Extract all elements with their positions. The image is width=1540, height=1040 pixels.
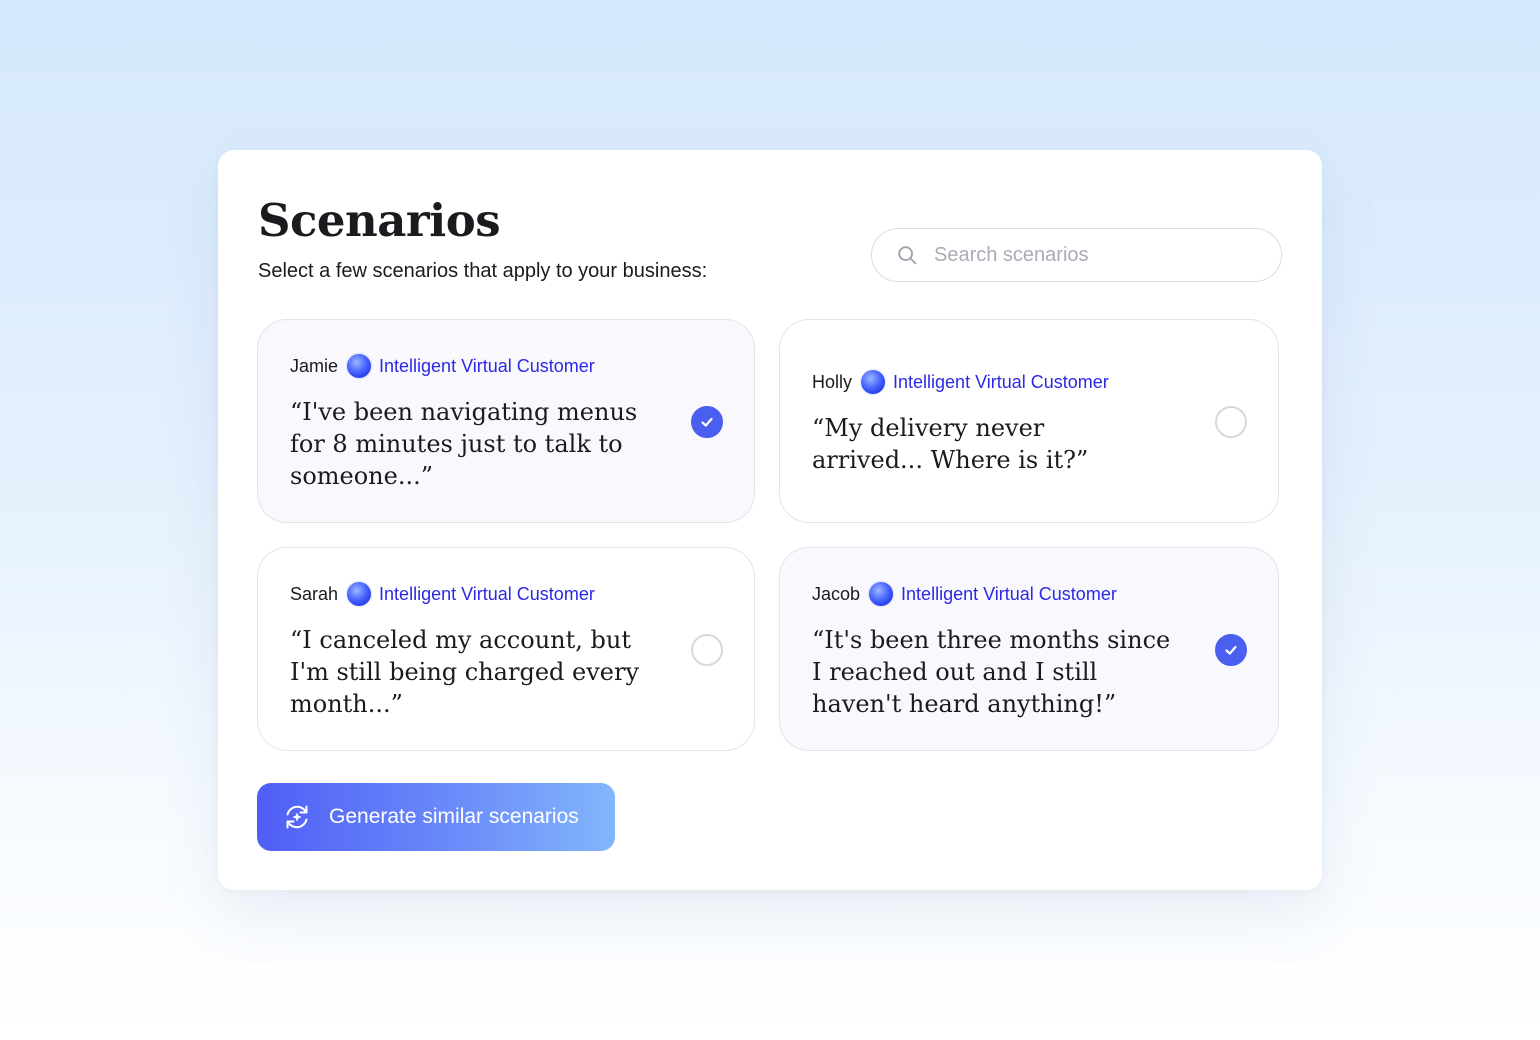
card-header: Jacob Intelligent Virtual Customer <box>812 582 1117 606</box>
page-title: Scenarios <box>258 194 501 247</box>
virtual-customer-orb-icon <box>861 370 886 394</box>
customer-name: Jacob <box>812 583 861 604</box>
customer-name: Holly <box>812 371 853 392</box>
select-checkbox[interactable] <box>691 406 723 438</box>
check-icon <box>1225 645 1237 655</box>
card-header: Holly Intelligent Virtual Customer <box>812 370 1109 394</box>
search-box[interactable] <box>871 228 1282 282</box>
scenario-quote: “I canceled my account, but I'm still be… <box>290 626 640 718</box>
card-header: Sarah Intelligent Virtual Customer <box>290 582 595 606</box>
virtual-customer-orb-icon <box>347 354 372 378</box>
scenario-card-holly[interactable]: Holly Intelligent Virtual Customer “My d… <box>779 319 1279 523</box>
virtual-customer-orb-icon <box>869 582 894 606</box>
scenario-quote: “My delivery never arrived... Where is i… <box>812 414 1089 474</box>
customer-name: Sarah <box>290 583 339 604</box>
scenarios-panel: Scenarios Select a few scenarios that ap… <box>218 150 1322 890</box>
generate-button-label: Generate similar scenarios <box>329 805 579 828</box>
card-header: Jamie Intelligent Virtual Customer <box>290 354 595 378</box>
page-subtitle: Select a few scenarios that apply to you… <box>258 260 708 282</box>
select-checkbox[interactable] <box>1215 634 1247 666</box>
scenario-card-jacob[interactable]: Jacob Intelligent Virtual Customer “It's… <box>779 547 1279 751</box>
scenario-quote: “It's been three months since I reached … <box>812 626 1171 718</box>
customer-type-tag: Intelligent Virtual Customer <box>379 583 595 604</box>
virtual-customer-orb-icon <box>347 582 372 606</box>
generate-similar-scenarios-button[interactable]: Generate similar scenarios <box>257 783 615 851</box>
customer-name: Jamie <box>290 355 339 376</box>
search-icon <box>898 246 917 265</box>
search-input[interactable] <box>934 243 1254 267</box>
customer-type-tag: Intelligent Virtual Customer <box>901 583 1117 604</box>
select-checkbox[interactable] <box>691 634 723 666</box>
scenario-card-jamie[interactable]: Jamie Intelligent Virtual Customer “I've… <box>257 319 755 523</box>
check-icon <box>701 417 713 427</box>
scenario-card-sarah[interactable]: Sarah Intelligent Virtual Customer “I ca… <box>257 547 755 751</box>
select-checkbox[interactable] <box>1215 406 1247 438</box>
customer-type-tag: Intelligent Virtual Customer <box>893 371 1109 392</box>
customer-type-tag: Intelligent Virtual Customer <box>379 355 595 376</box>
refresh-sparkle-icon <box>286 805 308 829</box>
scenario-quote: “I've been navigating menus for 8 minute… <box>290 398 638 490</box>
